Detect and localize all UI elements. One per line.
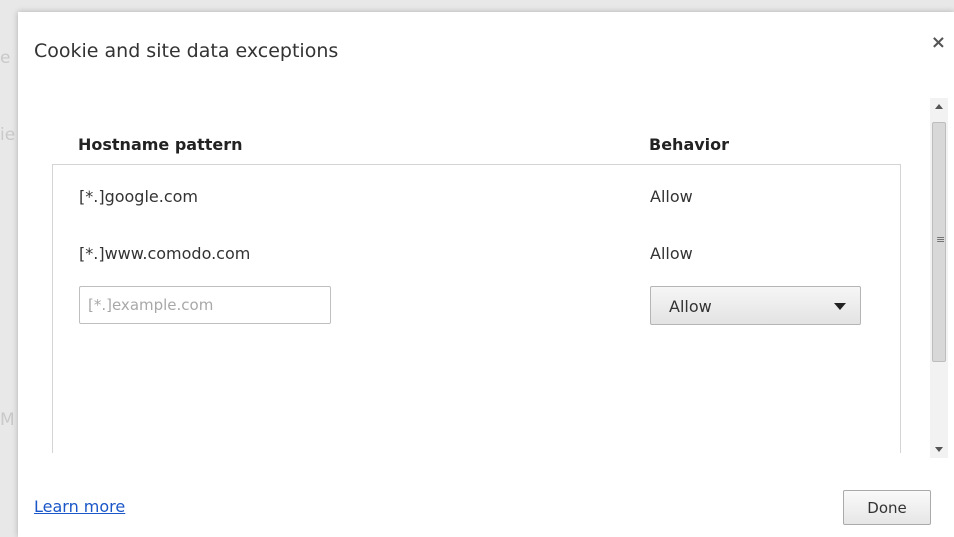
dialog-title: Cookie and site data exceptions: [34, 40, 339, 62]
behavior-select-value: Allow: [669, 297, 712, 316]
column-header-behavior: Behavior: [649, 135, 730, 154]
exceptions-list: [*.]google.com Allow [*.]www.comodo.com …: [52, 164, 901, 453]
column-header-hostname: Hostname pattern: [78, 135, 243, 154]
hostname-pattern: [*.]www.comodo.com: [79, 244, 251, 263]
grip-icon: ≡: [936, 233, 946, 246]
background-fragment: e: [0, 48, 11, 68]
dropdown-arrow-icon: [834, 303, 846, 310]
behavior-select[interactable]: Allow: [650, 286, 861, 325]
cookie-exceptions-dialog: Cookie and site data exceptions × Hostna…: [18, 12, 954, 537]
scroll-up-arrow-icon[interactable]: [935, 104, 943, 109]
background-fragment: ie: [0, 125, 16, 145]
behavior-value: Allow: [650, 244, 693, 263]
done-button[interactable]: Done: [843, 490, 931, 525]
scrollbar-thumb[interactable]: ≡: [932, 122, 946, 362]
list-item[interactable]: [*.]www.comodo.com Allow: [53, 234, 900, 274]
hostname-pattern-input[interactable]: [79, 286, 331, 324]
background-fragment: M: [0, 410, 15, 430]
scroll-down-arrow-icon[interactable]: [935, 447, 943, 452]
learn-more-link[interactable]: Learn more: [34, 497, 125, 516]
scrollbar[interactable]: ≡: [930, 98, 948, 458]
close-icon[interactable]: ×: [931, 32, 946, 53]
new-entry-row: Allow: [53, 165, 900, 325]
